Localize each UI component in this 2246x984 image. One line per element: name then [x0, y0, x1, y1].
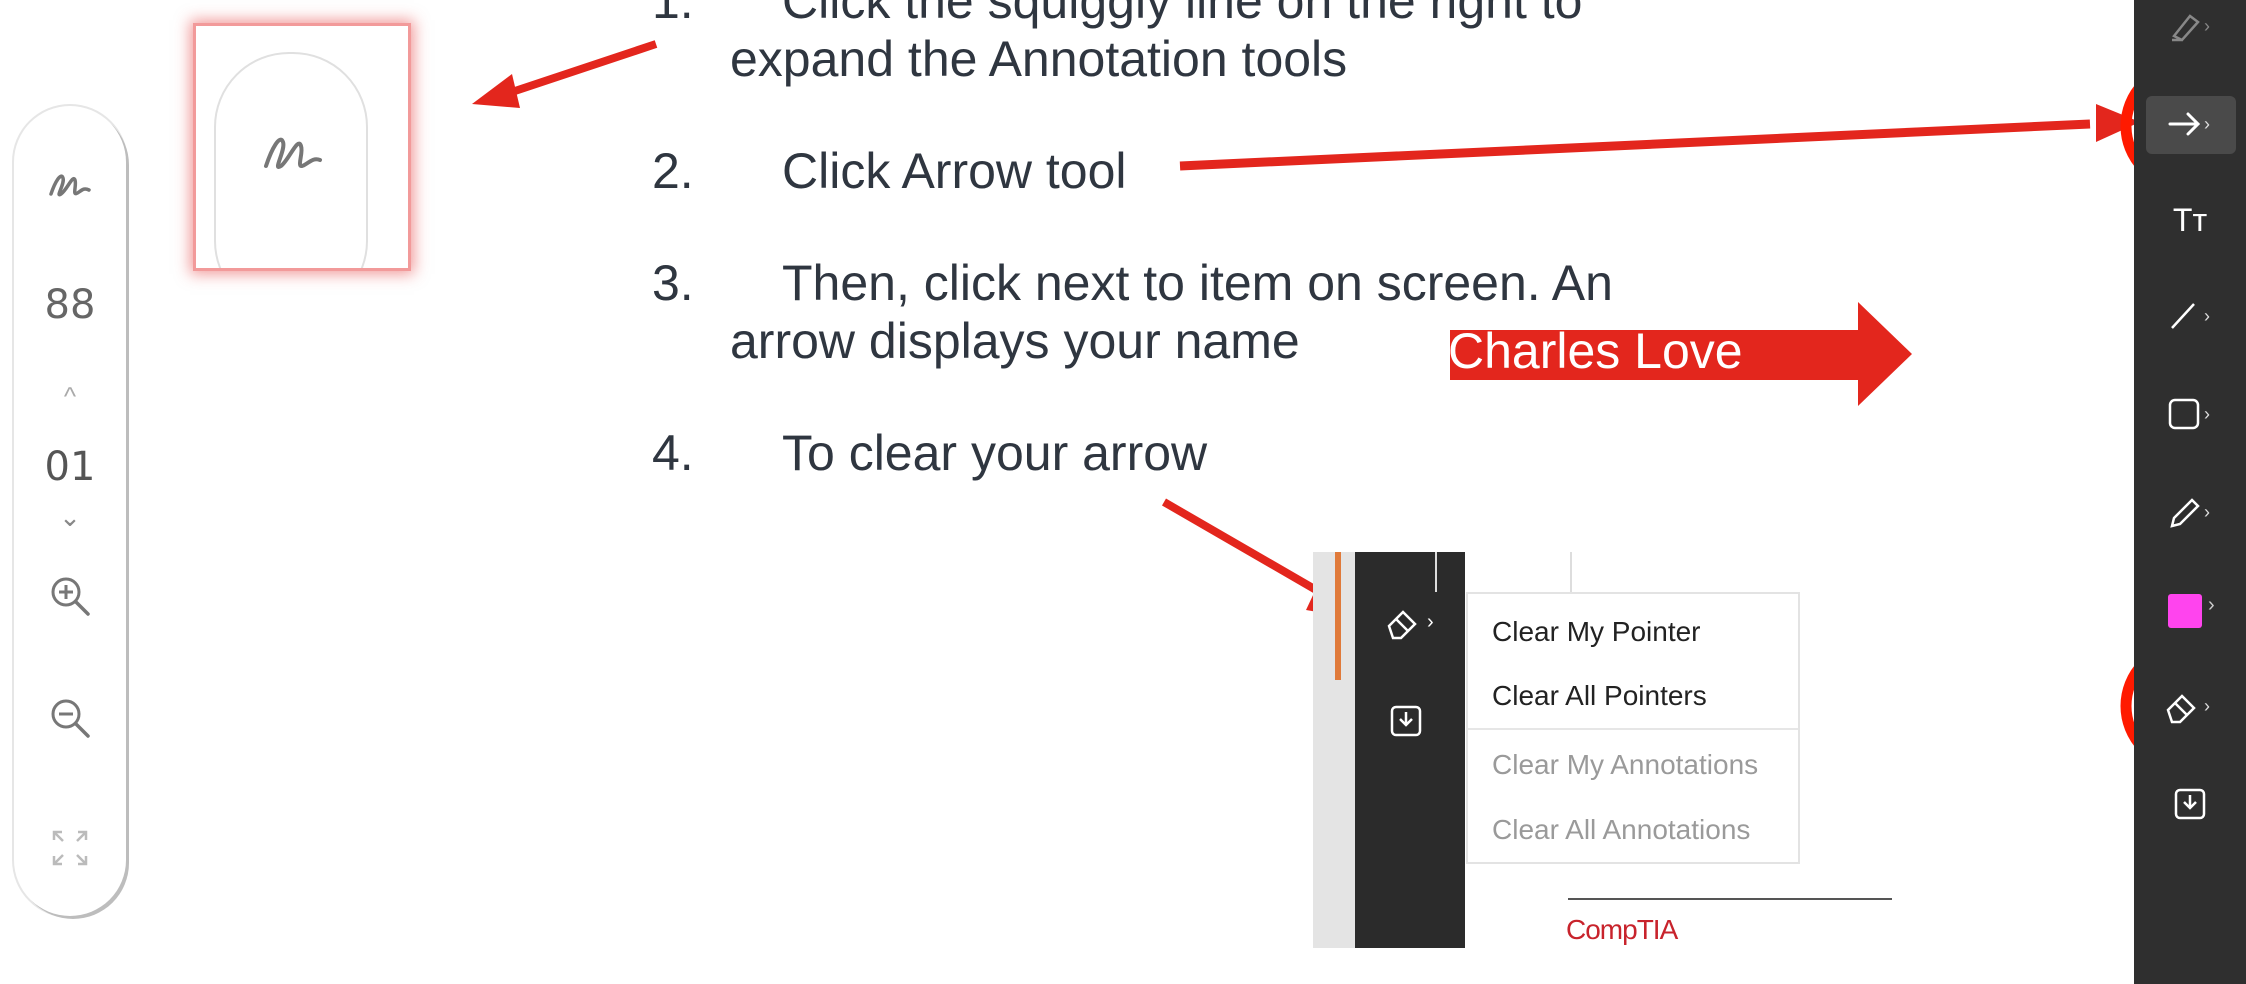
svg-text:›: ›: [2204, 696, 2210, 716]
svg-text:›: ›: [2204, 16, 2210, 36]
arrow-to-squiggle: [472, 40, 658, 108]
svg-text:›: ›: [2204, 114, 2210, 134]
save-annotations-icon[interactable]: [2134, 786, 2246, 827]
embedded-grid-line: [1435, 552, 1437, 592]
embedded-panel-edge: [1313, 552, 1355, 948]
menu-clear-all-pointers[interactable]: Clear All Pointers: [1492, 680, 1707, 712]
rectangle-tool-icon[interactable]: ›: [2134, 394, 2246, 439]
footer-rule: [1568, 898, 1892, 900]
pen-tool-icon[interactable]: ›: [2134, 492, 2246, 537]
embedded-grid-line: [1570, 552, 1572, 592]
name-arrow-label: Charles Love: [1448, 323, 1743, 379]
svg-text:›: ›: [2204, 502, 2210, 522]
highlighter-icon[interactable]: ›: [2134, 6, 2246, 51]
embedded-dark-toolbar: ›: [1355, 552, 1465, 948]
eraser-tool-icon[interactable]: ›: [2134, 686, 2246, 731]
menu-clear-all-annotations[interactable]: Clear All Annotations: [1492, 814, 1750, 846]
accent-stripe: [1335, 552, 1341, 680]
svg-text:›: ›: [2204, 306, 2210, 326]
clear-menu: Clear My Pointer Clear All Pointers Clea…: [1466, 592, 1800, 864]
line-tool-icon[interactable]: ›: [2134, 296, 2246, 341]
callout-arrows-layer: [472, 40, 2246, 772]
eraser-icon[interactable]: ›: [1383, 602, 1437, 647]
comptia-logo: CompTIA: [1566, 914, 1678, 945]
menu-clear-my-pointer[interactable]: Clear My Pointer: [1492, 616, 1701, 648]
color-swatch[interactable]: [2168, 594, 2202, 628]
save-download-icon[interactable]: [1389, 704, 1423, 743]
svg-text:›: ›: [2204, 404, 2210, 424]
arrow-tool-icon[interactable]: ›: [2134, 104, 2246, 149]
menu-clear-my-annotations[interactable]: Clear My Annotations: [1492, 749, 1758, 781]
svg-text:›: ›: [1427, 611, 1434, 633]
arrow-to-arrow-tool: [1179, 104, 2140, 171]
text-tool-icon[interactable]: Tт: [2134, 202, 2246, 239]
menu-divider: [1468, 728, 1798, 730]
color-chevron-icon[interactable]: ›: [2208, 594, 2215, 617]
